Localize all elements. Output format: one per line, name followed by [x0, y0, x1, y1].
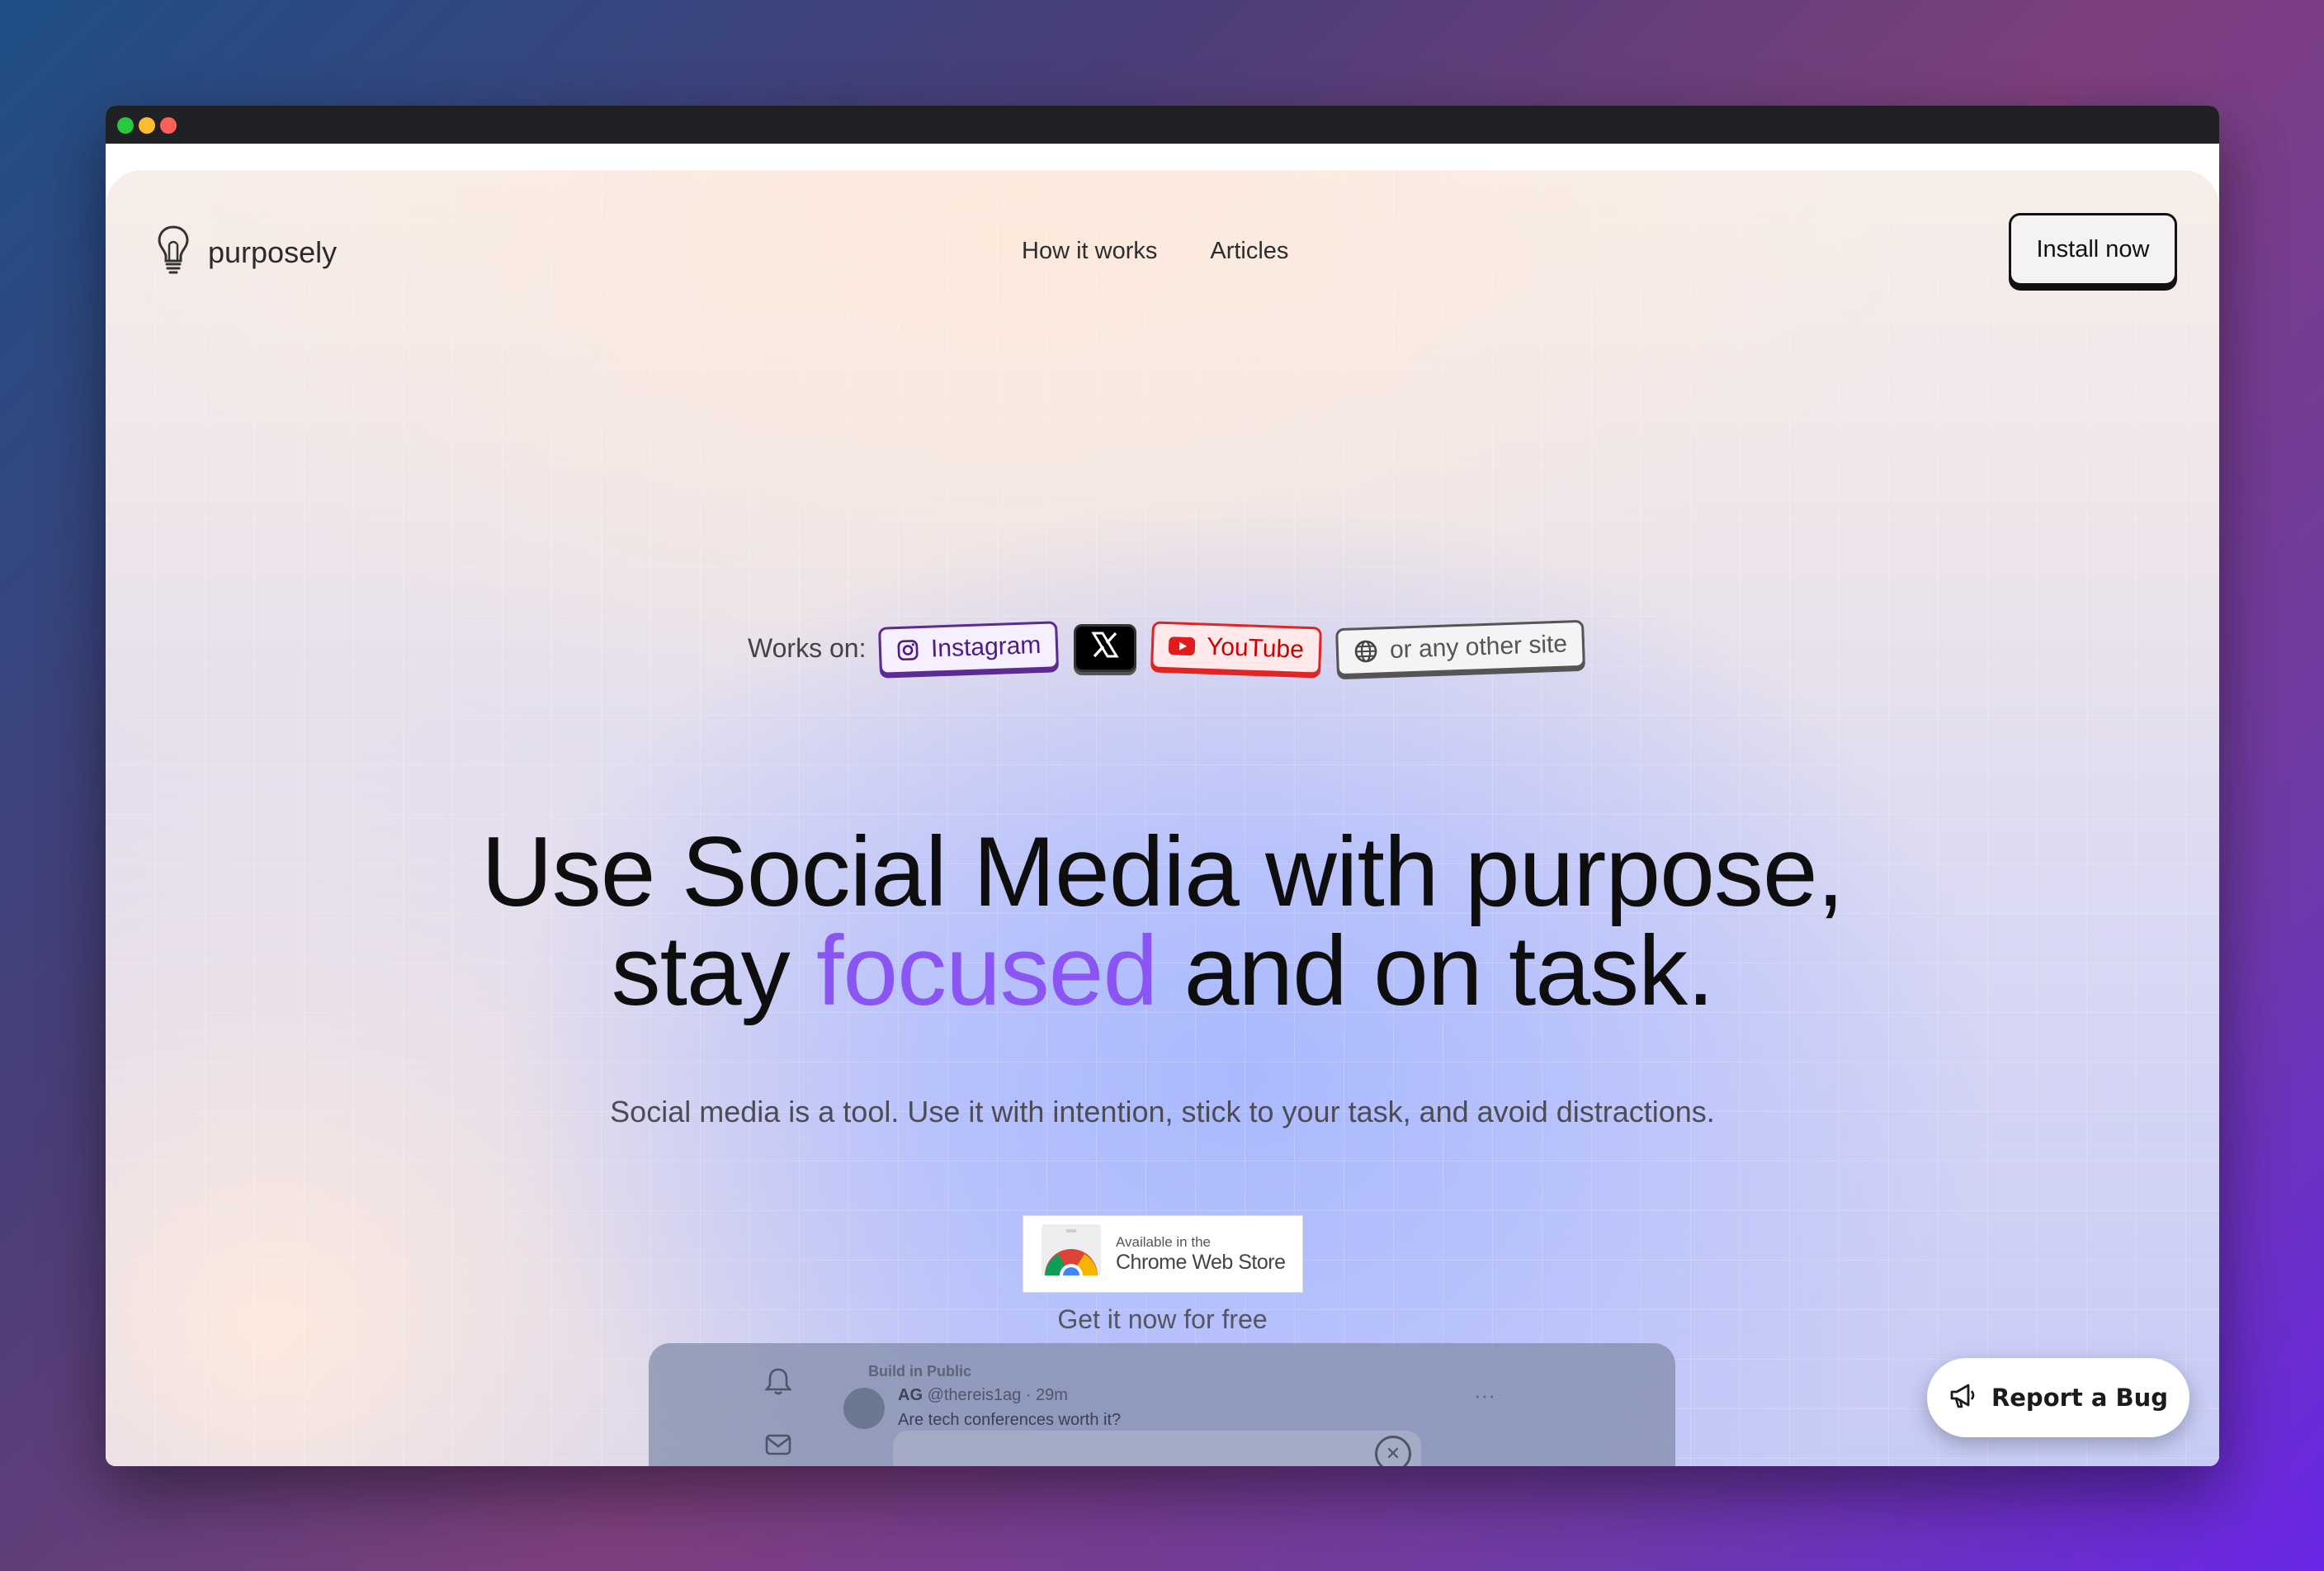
nav-link-articles[interactable]: Articles	[1210, 238, 1288, 265]
x-logo-icon	[1090, 630, 1120, 666]
platform-label-instagram: Instagram	[930, 631, 1042, 663]
headline-line-1: Use Social Media with purpose,	[481, 816, 1845, 927]
browser-window: purposely How it works Articles Install …	[106, 106, 2219, 1466]
headline-line-2-end: and on task.	[1157, 916, 1715, 1026]
hero-subheadline: Social media is a tool. Use it with inte…	[610, 1095, 1715, 1129]
works-on-label: Works on:	[748, 632, 867, 663]
chrome-web-store-badge[interactable]: Available in the Chrome Web Store	[1023, 1215, 1303, 1293]
youtube-icon	[1168, 636, 1196, 656]
install-now-button[interactable]: Install now	[2009, 213, 2177, 286]
report-bug-label: Report a Bug	[1991, 1384, 2169, 1412]
headline-line-2-start: stay	[611, 916, 816, 1026]
window-close-dot[interactable]	[117, 117, 134, 134]
preview-avatar	[843, 1388, 885, 1429]
works-on-row: Works on: Instagram YouTube or any other…	[748, 619, 1599, 677]
platform-label-other-site: or any other site	[1389, 630, 1568, 664]
preview-group-label: Build in Public	[868, 1363, 971, 1379]
window-minimize-dot[interactable]	[139, 117, 155, 134]
preview-post-text: Are tech conferences worth it?	[898, 1411, 1122, 1429]
preview-author-name: AG	[898, 1386, 923, 1404]
window-zoom-dot[interactable]	[160, 117, 177, 134]
brand-logo[interactable]: purposely	[157, 225, 337, 280]
bell-icon	[764, 1366, 792, 1400]
main-nav: How it works Articles	[1022, 238, 1288, 265]
globe-icon	[1353, 638, 1378, 664]
store-badge-text: Available in the Chrome Web Store	[1116, 1234, 1286, 1275]
more-options-icon: ···	[1474, 1383, 1495, 1408]
report-bug-button[interactable]: Report a Bug	[1927, 1358, 2189, 1437]
platform-label-youtube: YouTube	[1206, 632, 1305, 664]
landing-page: purposely How it works Articles Install …	[106, 170, 2219, 1466]
get-it-free-caption: Get it now for free	[1057, 1304, 1268, 1334]
window-titlebar	[106, 106, 2219, 144]
lightbulb-icon	[157, 225, 190, 280]
brand-name: purposely	[208, 234, 338, 269]
app-preview-screenshot: Build in Public AG @thereis1ag · 29m Are…	[649, 1343, 1675, 1466]
store-badge-big-text: Chrome Web Store	[1116, 1250, 1286, 1274]
store-badge-small-text: Available in the	[1116, 1233, 1211, 1250]
platform-chip-other-site[interactable]: or any other site	[1334, 619, 1585, 677]
platform-chip-x[interactable]	[1073, 624, 1136, 672]
mail-icon	[764, 1432, 792, 1461]
close-icon: ✕	[1375, 1436, 1411, 1466]
preview-modal	[893, 1431, 1421, 1466]
instagram-icon	[896, 638, 920, 662]
hero-headline: Use Social Media with purpose, stay focu…	[106, 822, 2219, 1020]
platform-chip-youtube[interactable]: YouTube	[1150, 621, 1322, 675]
headline-line-2: stay focused and on task.	[106, 921, 2219, 1020]
preview-author-handle: @thereis1ag · 29m	[927, 1386, 1068, 1404]
chrome-store-icon	[1042, 1224, 1101, 1287]
platform-chip-instagram[interactable]: Instagram	[878, 621, 1060, 675]
headline-accent-word: focused	[815, 916, 1158, 1026]
megaphone-icon	[1948, 1380, 1991, 1416]
nav-link-how-it-works[interactable]: How it works	[1022, 238, 1157, 265]
preview-author: AG @thereis1ag · 29m	[898, 1386, 1068, 1405]
